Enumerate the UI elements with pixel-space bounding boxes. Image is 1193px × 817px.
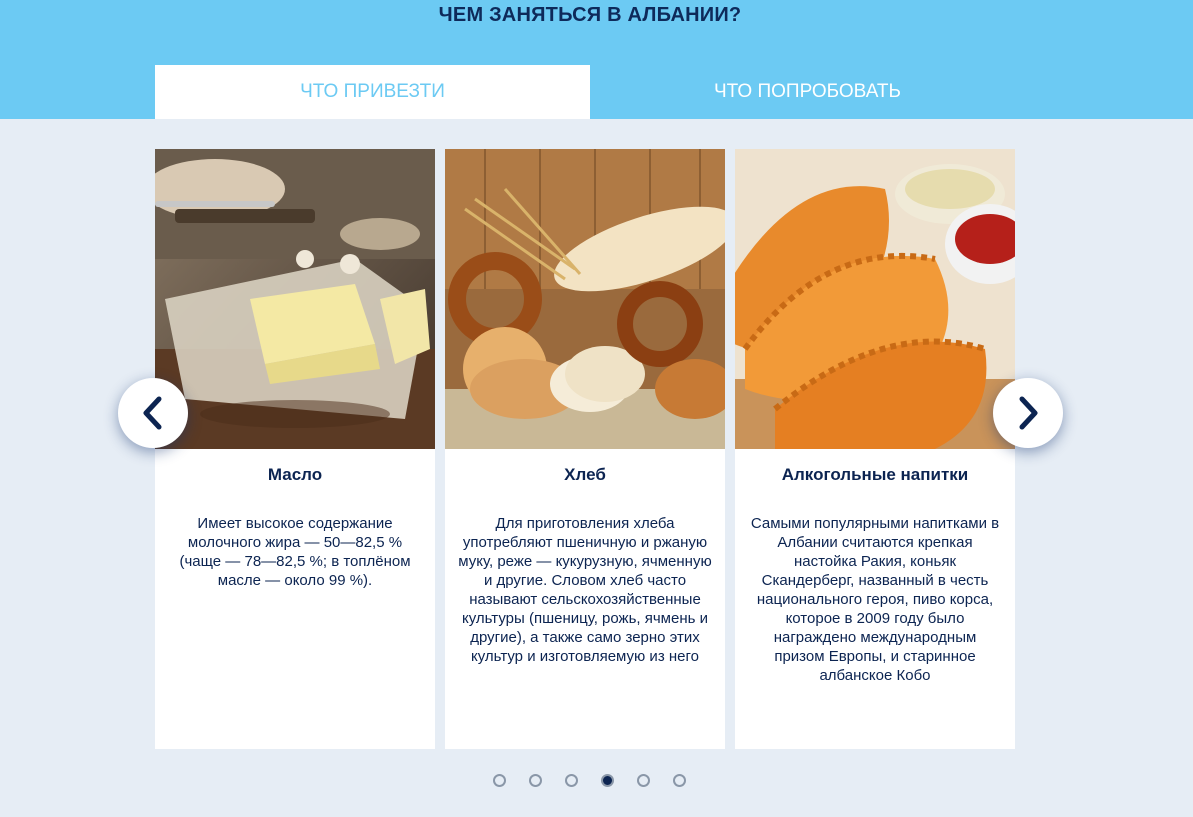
tab-what-to-try[interactable]: ЧТО ПОПРОБОВАТЬ xyxy=(590,65,1025,119)
card-description: Самыми популярными напитками в Албании с… xyxy=(750,515,1000,684)
pagination-dot-active[interactable] xyxy=(601,774,614,787)
bread-photo xyxy=(445,149,725,449)
pagination-dot[interactable] xyxy=(493,774,506,787)
pagination-dot[interactable] xyxy=(673,774,686,787)
pagination-dot[interactable] xyxy=(637,774,650,787)
card-description: Имеет высокое содержание молочного жира … xyxy=(179,515,411,589)
card-description: Для приготовления хлеба употребляют пшен… xyxy=(458,515,712,665)
pagination-dot[interactable] xyxy=(565,774,578,787)
card-drinks: Алкогольные напитки Самыми популярными н… xyxy=(735,149,1015,749)
page-title: ЧЕМ ЗАНЯТЬСЯ В АЛБАНИИ? xyxy=(438,4,742,26)
pastry-photo xyxy=(735,149,1015,449)
chevron-right-icon xyxy=(1019,396,1038,430)
tab-what-to-bring[interactable]: ЧТО ПРИВЕЗТИ xyxy=(155,65,590,119)
butter-photo xyxy=(155,149,435,449)
carousel-prev-button[interactable] xyxy=(118,378,188,448)
chevron-left-icon xyxy=(143,396,162,430)
card-title: Масло xyxy=(267,465,323,484)
card-title: Хлеб xyxy=(564,465,606,484)
card-title: Алкогольные напитки xyxy=(781,465,969,484)
card-butter: Масло Имеет высокое содержание молочного… xyxy=(155,149,435,749)
carousel-next-button[interactable] xyxy=(993,378,1063,448)
card-bread: Хлеб Для приготовления хлеба употребляют… xyxy=(445,149,725,749)
pagination-dot[interactable] xyxy=(529,774,542,787)
